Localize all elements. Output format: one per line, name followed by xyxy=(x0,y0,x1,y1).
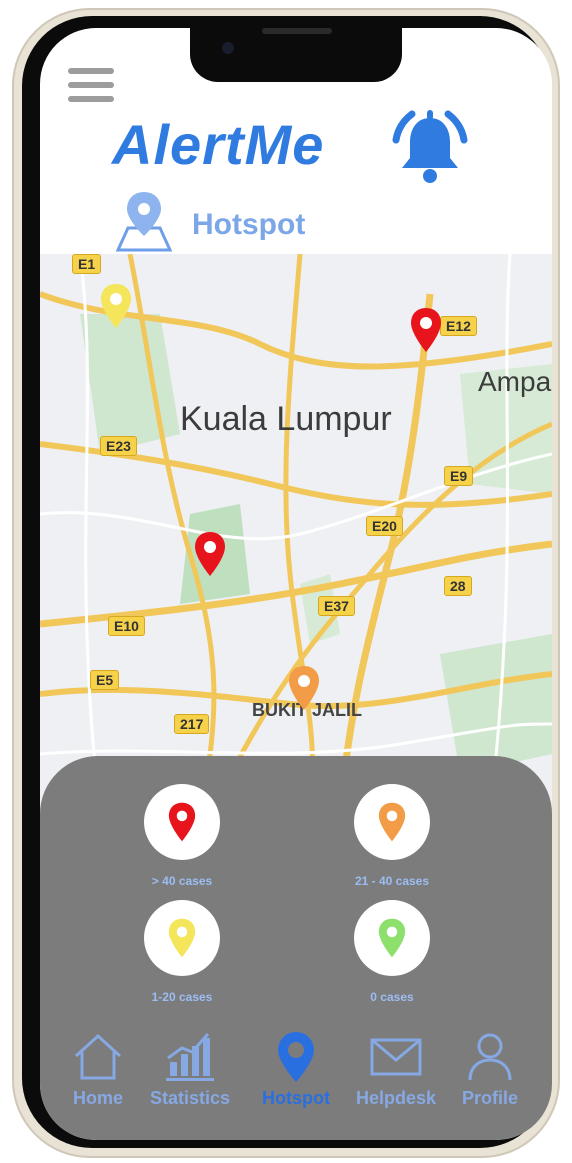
legend-swatch xyxy=(354,900,430,976)
front-camera xyxy=(222,42,234,54)
highway-shield: E20 xyxy=(366,516,403,536)
highway-shield: E12 xyxy=(440,316,477,336)
nav-helpdesk[interactable]: Helpdesk xyxy=(346,1028,446,1128)
envelope-icon xyxy=(370,1038,422,1076)
highway-shield: E23 xyxy=(100,436,137,456)
map-pin-icon xyxy=(115,192,173,252)
menu-line xyxy=(68,82,114,88)
bar-chart-icon xyxy=(166,1033,214,1081)
highway-shield: E5 xyxy=(90,670,120,690)
hotspot-map[interactable]: Kuala Lumpur Ampa BUKIT JALIL E1 E12 E23… xyxy=(40,254,552,814)
map-city-label: Kuala Lumpur xyxy=(180,400,392,438)
legend-label: > 40 cases xyxy=(151,874,213,888)
map-partial-label: Ampa xyxy=(478,366,552,397)
hotspot-pin-yellow[interactable] xyxy=(98,282,134,330)
legend-swatch xyxy=(354,784,430,860)
hotspot-pin-red[interactable] xyxy=(408,306,444,354)
highway-shield: E9 xyxy=(444,466,474,486)
hotspot-pin-orange[interactable] xyxy=(286,664,322,712)
section-heading: Hotspot xyxy=(112,188,412,258)
nav-statistics-label: Statistics xyxy=(149,1088,231,1108)
phone-notch xyxy=(190,28,402,82)
speaker-grille xyxy=(262,28,332,34)
legend-label: 1-20 cases xyxy=(151,990,213,1004)
nav-profile[interactable]: Profile xyxy=(440,1028,540,1128)
hamburger-menu-icon[interactable] xyxy=(68,68,114,106)
app-title: AlertMe xyxy=(112,113,325,176)
bottom-nav: Home Statistics Hotspot Helpdesk Profile xyxy=(40,1028,552,1140)
map-roads xyxy=(40,254,552,814)
nav-hotspot-label: Hotspot xyxy=(262,1088,330,1108)
nav-profile-label: Profile xyxy=(461,1088,518,1108)
map-pin-icon xyxy=(378,802,406,842)
legend-item: > 40 cases xyxy=(102,784,262,888)
nav-home[interactable]: Home xyxy=(48,1028,148,1128)
legend-swatch xyxy=(144,784,220,860)
highway-shield: 217 xyxy=(174,714,210,734)
alarm-bell-icon xyxy=(392,110,468,183)
nav-helpdesk-label: Helpdesk xyxy=(355,1088,437,1108)
highway-shield: E1 xyxy=(72,254,102,274)
legend-item: 0 cases xyxy=(312,900,472,1004)
menu-line xyxy=(68,96,114,102)
legend-item: 1-20 cases xyxy=(102,900,262,1004)
map-pin-icon xyxy=(378,918,406,958)
nav-hotspot[interactable]: Hotspot xyxy=(246,1028,346,1128)
user-icon xyxy=(468,1033,512,1081)
nav-statistics[interactable]: Statistics xyxy=(140,1028,240,1128)
map-pin-icon xyxy=(278,1032,314,1082)
section-title: Hotspot xyxy=(192,208,306,241)
legend-swatch xyxy=(144,900,220,976)
highway-shield: E10 xyxy=(108,616,145,636)
map-pin-icon xyxy=(168,802,196,842)
nav-home-label: Home xyxy=(72,1088,123,1108)
highway-shield: 28 xyxy=(444,576,472,596)
highway-shield: E37 xyxy=(318,596,355,616)
legend-label: 21 - 40 cases xyxy=(354,874,430,888)
menu-line xyxy=(68,68,114,74)
map-pin-icon xyxy=(168,918,196,958)
app-screen: AlertMe Hotspot Kuala Lumpur Ampa BUKIT … xyxy=(40,28,552,1140)
hotspot-pin-red[interactable] xyxy=(192,530,228,578)
home-icon xyxy=(74,1033,122,1080)
legend-item: 21 - 40 cases xyxy=(312,784,472,888)
legend-label: 0 cases xyxy=(370,990,414,1004)
